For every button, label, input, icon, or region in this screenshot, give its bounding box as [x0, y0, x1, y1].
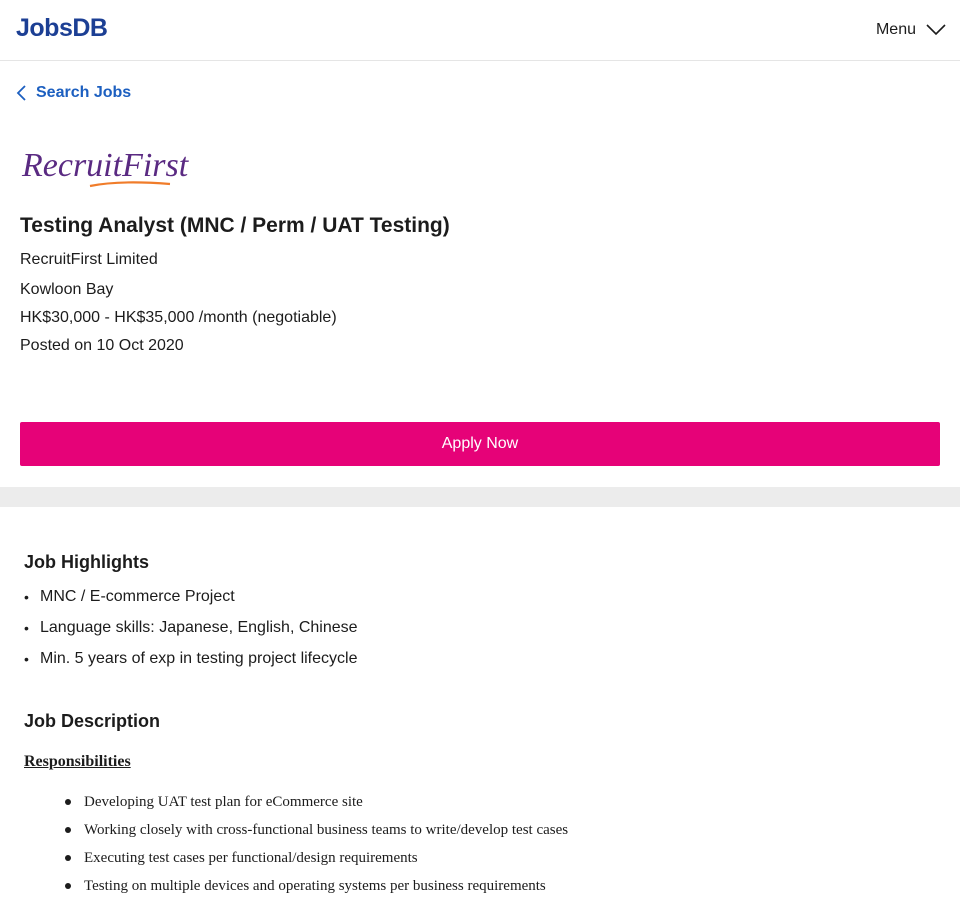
responsibility-text: Testing on multiple devices and operatin…: [84, 878, 546, 894]
highlight-text: MNC / E-commerce Project: [40, 588, 235, 605]
highlight-text: Language skills: Japanese, English, Chin…: [40, 619, 358, 636]
responsibility-text: Working closely with cross-functional bu…: [84, 822, 569, 838]
bullet-icon: •: [24, 651, 29, 667]
menu-label: Menu: [875, 21, 916, 38]
job-description-heading: Job Description: [24, 711, 161, 731]
bullet-icon: •: [24, 589, 29, 605]
top-navigation-bar: JobsDB Menu: [0, 0, 960, 61]
back-link-label: Search Jobs: [36, 84, 132, 101]
responsibility-text: Executing test cases per functional/desi…: [84, 850, 418, 866]
highlight-item: • MNC / E-commerce Project: [24, 586, 358, 617]
jobsdb-logo[interactable]: JobsDB: [16, 14, 108, 43]
job-salary: HK$30,000 - HK$35,000 /month (negotiable…: [20, 309, 337, 326]
section-divider: [0, 487, 960, 507]
back-to-search-link[interactable]: Search Jobs: [16, 82, 131, 104]
job-location: Kowloon Bay: [20, 281, 114, 298]
bullet-icon: [65, 799, 71, 805]
responsibility-item: Working closely with cross-functional bu…: [65, 820, 569, 848]
chevron-left-icon: [16, 85, 26, 101]
responsibility-item: Testing on multiple devices and operatin…: [65, 876, 568, 900]
responsibility-text: Developing UAT test plan for eCommerce s…: [84, 794, 363, 810]
highlight-item: • Language skills: Japanese, English, Chi…: [24, 617, 358, 648]
job-highlights-list: • MNC / E-commerce Project • Language skil…: [24, 586, 358, 679]
responsibilities-list: Developing UAT test plan for eCommerce s…: [65, 792, 569, 900]
bullet-icon: [65, 883, 71, 889]
job-highlights-heading: Job Highlights: [24, 552, 149, 572]
bullet-icon: [65, 855, 71, 861]
apply-now-button[interactable]: Apply Now: [20, 422, 940, 466]
responsibility-item: Developing UAT test plan for eCommerce s…: [65, 792, 568, 820]
job-title: Testing Analyst (MNC / Perm / UAT Testin…: [20, 214, 450, 237]
company-name[interactable]: RecruitFirst Limited: [20, 251, 158, 269]
chevron-down-icon: [926, 24, 946, 36]
menu-button[interactable]: Menu: [876, 18, 946, 42]
bullet-icon: [65, 827, 71, 833]
posted-date: Posted on 10 Oct 2020: [20, 337, 184, 354]
company-logo: RecruitFirst: [21, 147, 190, 188]
responsibility-item: Executing test cases per functional/desi…: [65, 848, 568, 876]
highlight-text: Min. 5 years of exp in testing project l…: [40, 650, 358, 667]
responsibilities-heading: Responsibilities: [24, 753, 131, 770]
bullet-icon: •: [24, 620, 29, 636]
company-logo-text: RecruitFirst: [21, 147, 190, 184]
highlight-item: • Min. 5 years of exp in testing project …: [24, 648, 358, 679]
